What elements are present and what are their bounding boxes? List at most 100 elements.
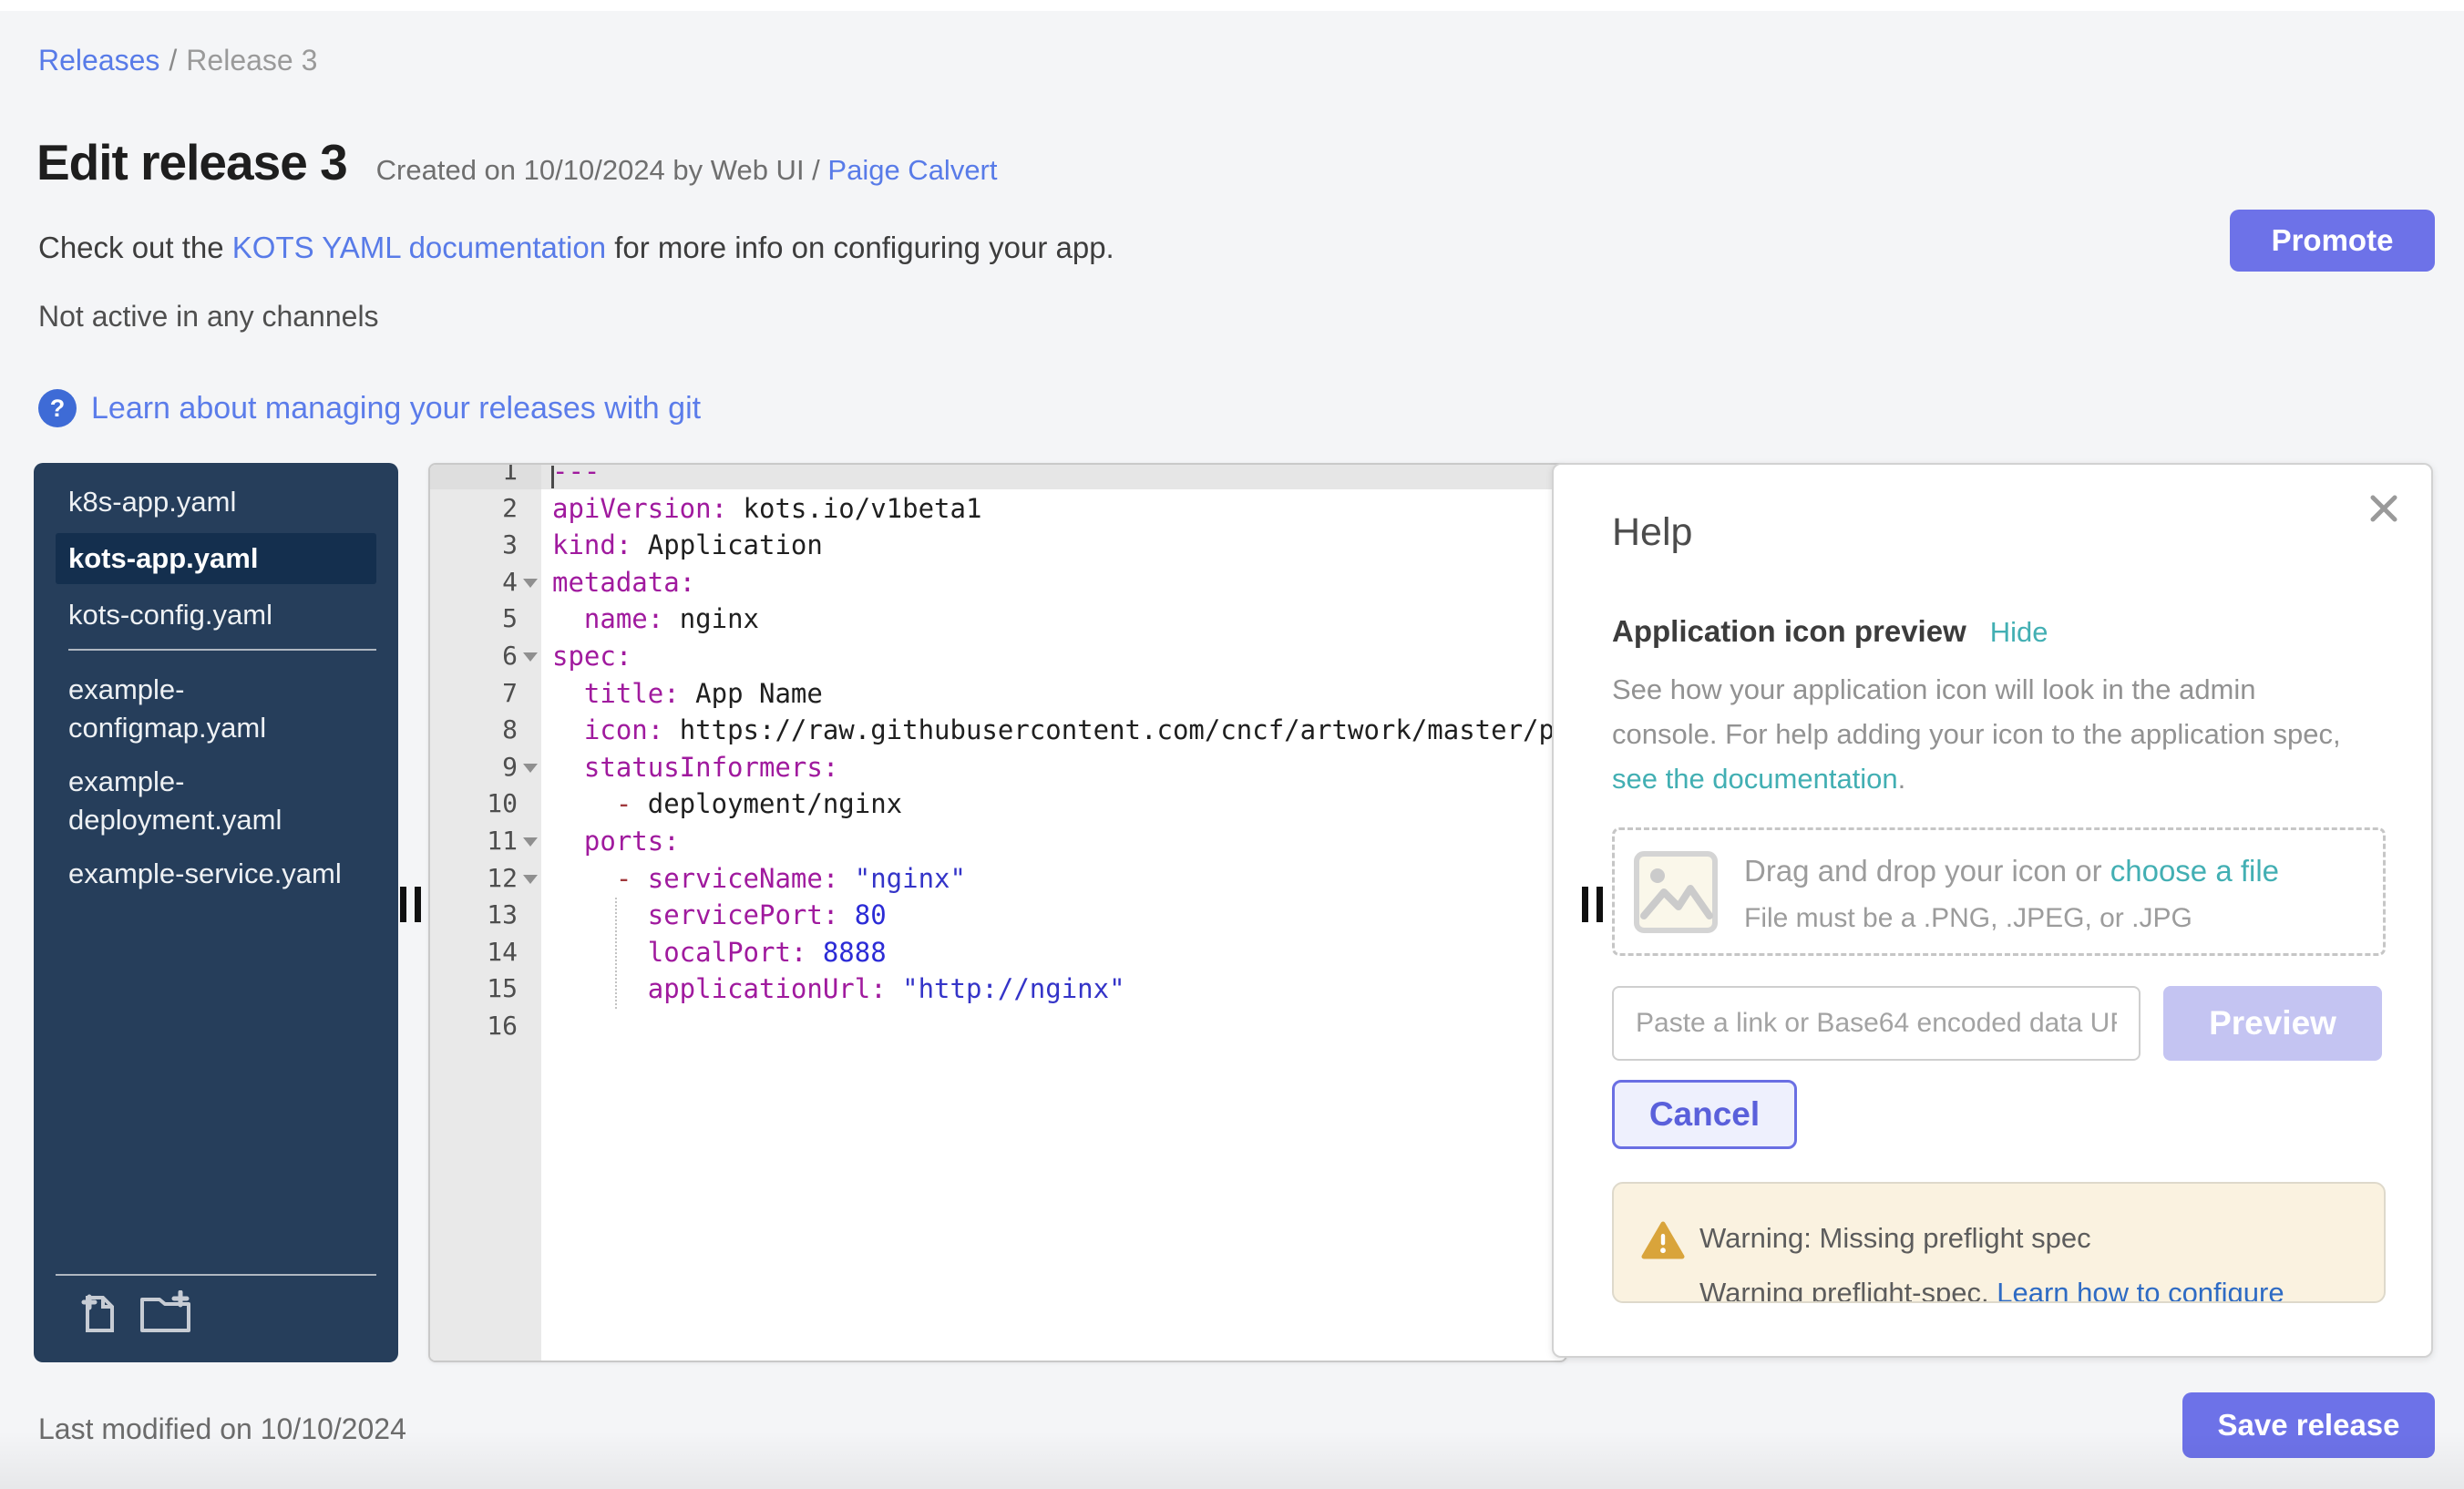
- code-line: 11 ports:: [430, 823, 1566, 860]
- line-number: 5: [430, 601, 518, 638]
- code-line: 15 applicationUrl: "http://nginx": [430, 970, 1566, 1008]
- line-number: 14: [430, 934, 518, 971]
- docs-hint-prefix: Check out the: [38, 231, 232, 264]
- line-number: 13: [430, 897, 518, 934]
- icon-dropzone[interactable]: Drag and drop your icon or choose a file…: [1612, 827, 2386, 956]
- code-text: statusInformers:: [541, 749, 838, 786]
- fold-arrow-icon[interactable]: [518, 564, 541, 601]
- line-number: 11: [430, 823, 518, 860]
- line-number: 12: [430, 860, 518, 898]
- file-item[interactable]: k8s-app.yaml: [68, 479, 376, 525]
- yaml-editor[interactable]: 1---2 apiVersion: kots.io/v1beta1 3 kind: A…: [428, 463, 1567, 1362]
- file-item[interactable]: kots-app.yaml: [56, 533, 376, 584]
- code-line: 13 servicePort: 80: [430, 897, 1566, 934]
- kots-yaml-docs-link[interactable]: KOTS YAML documentation: [232, 231, 606, 264]
- new-file-icon[interactable]: [76, 1290, 118, 1340]
- code-text: metadata:: [541, 564, 695, 601]
- fold-arrow-icon[interactable]: [518, 638, 541, 675]
- save-release-button[interactable]: Save release: [2182, 1392, 2435, 1458]
- configure-preflight-link[interactable]: Learn how to configure: [1997, 1277, 2284, 1303]
- warning-icon: [1641, 1220, 1685, 1265]
- fold-gutter: [518, 1008, 541, 1045]
- icon-url-input[interactable]: [1612, 986, 2141, 1061]
- code-text: localPort: 8888: [541, 934, 887, 971]
- hide-link[interactable]: Hide: [1990, 616, 2048, 649]
- sidebar-footer: [56, 1274, 376, 1340]
- fold-arrow-icon[interactable]: [518, 860, 541, 898]
- title-row: Edit release 3 Created on 10/10/2024 by …: [36, 133, 998, 191]
- sidebar-divider: [56, 1274, 376, 1276]
- warning-title: Warning: Missing preflight spec: [1699, 1222, 2091, 1255]
- code-text: - deployment/nginx: [541, 786, 902, 823]
- fold-gutter: [518, 970, 541, 1008]
- line-number: 9: [430, 749, 518, 786]
- code-line: 4metadata:: [430, 564, 1566, 601]
- code-text: ports:: [541, 823, 680, 860]
- see-documentation-link[interactable]: see the documentation: [1612, 763, 1898, 795]
- top-strip: [0, 0, 2464, 11]
- dropzone-prompt: Drag and drop your icon or choose a file: [1744, 854, 2279, 888]
- close-icon[interactable]: [2366, 490, 2402, 527]
- fold-arrow-icon[interactable]: [518, 749, 541, 786]
- choose-file-link[interactable]: choose a file: [2110, 854, 2279, 888]
- code-text: kind: Application: [541, 527, 823, 564]
- code-text: applicationUrl: "http://nginx": [541, 970, 1125, 1008]
- file-item[interactable]: example-service.yaml: [68, 851, 376, 897]
- code-line: 10 - deployment/nginx: [430, 786, 1566, 823]
- code-text: name: nginx: [541, 601, 759, 638]
- code-text: apiVersion: kots.io/v1beta1: [541, 490, 981, 528]
- code-text: servicePort: 80: [541, 897, 887, 934]
- sidebar-resize-handle[interactable]: [400, 887, 421, 922]
- line-number: 2: [430, 490, 518, 528]
- code-line: 9 statusInformers:: [430, 749, 1566, 786]
- code-lines: 1---2 apiVersion: kots.io/v1beta1 3 kind: A…: [430, 463, 1566, 1045]
- breadcrumb-separator: /: [159, 44, 186, 77]
- fold-gutter: [518, 463, 541, 490]
- file-item[interactable]: example-deployment.yaml: [68, 759, 376, 843]
- new-folder-icon[interactable]: [138, 1290, 194, 1340]
- fold-gutter: [518, 601, 541, 638]
- icon-preview-section-header: Application icon preview Hide: [1612, 614, 2048, 649]
- preview-button[interactable]: Preview: [2163, 986, 2382, 1061]
- breadcrumb: Releases/Release 3: [38, 44, 317, 77]
- fold-gutter: [518, 712, 541, 749]
- code-line: 1---: [430, 463, 1566, 490]
- file-item[interactable]: example-configmap.yaml: [68, 667, 376, 751]
- code-text: icon: https://raw.githubusercontent.com/…: [541, 712, 1555, 749]
- file-sidebar: k8s-app.yaml kots-app.yaml kots-config.yam…: [34, 463, 398, 1362]
- warning-detail-text: Warning preflight-spec.: [1699, 1277, 1997, 1303]
- page-title: Edit release 3: [36, 133, 347, 191]
- line-number: 3: [430, 527, 518, 564]
- line-number: 10: [430, 786, 518, 823]
- fold-gutter: [518, 490, 541, 528]
- line-number: 16: [430, 1008, 518, 1045]
- git-help-row: ? Learn about managing your releases wit…: [38, 389, 701, 427]
- help-panel-resize-handle[interactable]: [1582, 887, 1603, 922]
- code-line: 14 localPort: 8888: [430, 934, 1566, 971]
- last-modified-text: Last modified on 10/10/2024: [38, 1412, 406, 1446]
- warning-detail: Warning preflight-spec. Learn how to con…: [1699, 1277, 2284, 1303]
- edit-release-page: Releases/Release 3 Edit release 3 Create…: [0, 0, 2464, 1489]
- fold-arrow-icon[interactable]: [518, 823, 541, 860]
- code-line: 6spec:: [430, 638, 1566, 675]
- help-title: Help: [1612, 510, 1692, 555]
- icon-preview-description: See how your application icon will look …: [1612, 667, 2368, 801]
- file-item[interactable]: kots-config.yaml: [68, 592, 376, 638]
- breadcrumb-link-releases[interactable]: Releases: [38, 44, 159, 77]
- promote-button[interactable]: Promote: [2230, 210, 2435, 272]
- cancel-button[interactable]: Cancel: [1612, 1080, 1797, 1149]
- created-user-link[interactable]: Paige Calvert: [827, 154, 997, 186]
- fold-gutter: [518, 934, 541, 971]
- image-placeholder-icon: [1633, 850, 1719, 939]
- line-number: 6: [430, 638, 518, 675]
- icon-preview-title: Application icon preview: [1612, 614, 1966, 649]
- question-icon: ?: [38, 389, 77, 427]
- breadcrumb-current: Release 3: [186, 44, 317, 77]
- text-cursor: [551, 466, 554, 488]
- help-panel: Help Application icon preview Hide See h…: [1552, 463, 2433, 1358]
- git-releases-link[interactable]: Learn about managing your releases with …: [91, 391, 701, 426]
- file-list: k8s-app.yaml kots-app.yaml kots-config.yam…: [34, 463, 398, 897]
- docs-hint: Check out the KOTS YAML documentation fo…: [38, 231, 1114, 265]
- line-number: 1: [430, 463, 518, 490]
- code-line: 12 - serviceName: "nginx": [430, 860, 1566, 898]
